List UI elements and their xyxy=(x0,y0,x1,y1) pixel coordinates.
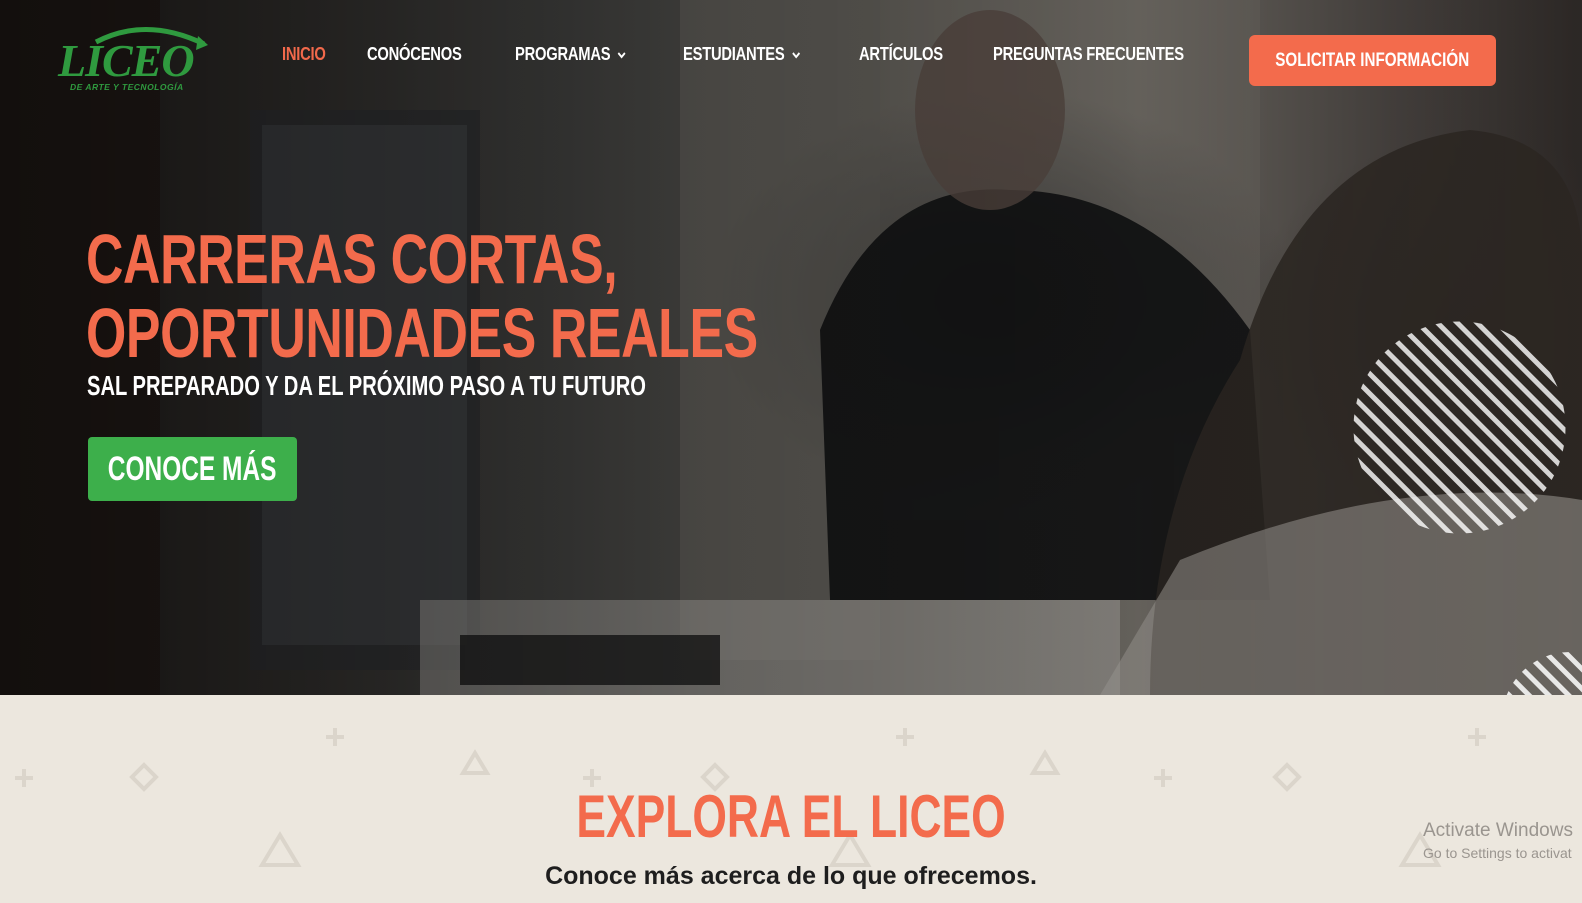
nav-label: INICIO xyxy=(282,44,326,64)
watermark-line2: Go to Settings to activat xyxy=(1423,845,1572,861)
request-info-button[interactable]: SOLICITAR INFORMACIÓN xyxy=(1249,35,1496,86)
nav-label: ARTÍCULOS xyxy=(858,44,943,64)
nav-item-estudiantes[interactable]: ESTUDIANTES xyxy=(683,44,801,65)
chevron-down-icon xyxy=(617,51,626,59)
nav-label: PROGRAMAS xyxy=(514,44,611,64)
hero-title-line2: OPORTUNIDADES REALES xyxy=(86,294,758,372)
os-activation-watermark: Activate Windows Go to Settings to activ… xyxy=(1423,820,1573,864)
watermark-line1: Activate Windows xyxy=(1423,820,1573,841)
nav-label: ESTUDIANTES xyxy=(682,44,785,64)
nav-item-articulos[interactable]: ARTÍCULOS xyxy=(859,44,943,65)
nav-item-preguntas-frecuentes[interactable]: PREGUNTAS FRECUENTES xyxy=(993,44,1184,65)
nav-item-conocenos[interactable]: CONÓCENOS xyxy=(367,44,462,65)
request-info-label: SOLICITAR INFORMACIÓN xyxy=(1275,49,1470,71)
hero-title-line1: CARRERAS CORTAS, xyxy=(86,220,618,298)
nav-item-inicio[interactable]: INICIO xyxy=(282,44,326,65)
explore-subtitle: Conoce más acerca de lo que ofrecemos. xyxy=(545,862,1037,890)
hero-title: CARRERAS CORTAS, OPORTUNIDADES REALES xyxy=(86,222,758,370)
hero-subtitle: SAL PREPARADO Y DA EL PRÓXIMO PASO A TU … xyxy=(87,370,646,401)
chevron-down-icon xyxy=(791,51,800,59)
hero-section: LICEO DE ARTE Y TECNOLOGÍA INICIO CONÓCE… xyxy=(0,0,1582,695)
nav-label: CONÓCENOS xyxy=(367,44,462,64)
nav-item-programas[interactable]: PROGRAMAS xyxy=(515,44,627,65)
learn-more-label: CONOCE MÁS xyxy=(108,449,277,488)
main-nav: INICIO CONÓCENOS PROGRAMAS ESTUDIANTES A… xyxy=(282,44,1258,65)
explore-section: EXPLORA EL LICEO Conoce más acerca de lo… xyxy=(0,695,1582,903)
svg-text:LICEO: LICEO xyxy=(57,35,194,86)
nav-label: PREGUNTAS FRECUENTES xyxy=(992,44,1184,64)
svg-text:DE ARTE Y TECNOLOGÍA: DE ARTE Y TECNOLOGÍA xyxy=(70,82,184,92)
striped-corner-decoration xyxy=(1502,652,1582,695)
learn-more-button[interactable]: CONOCE MÁS xyxy=(88,437,297,501)
explore-title: EXPLORA EL LICEO xyxy=(576,783,1006,850)
striped-circle-decoration xyxy=(1353,321,1566,534)
liceo-logo[interactable]: LICEO DE ARTE Y TECNOLOGÍA xyxy=(56,22,216,94)
